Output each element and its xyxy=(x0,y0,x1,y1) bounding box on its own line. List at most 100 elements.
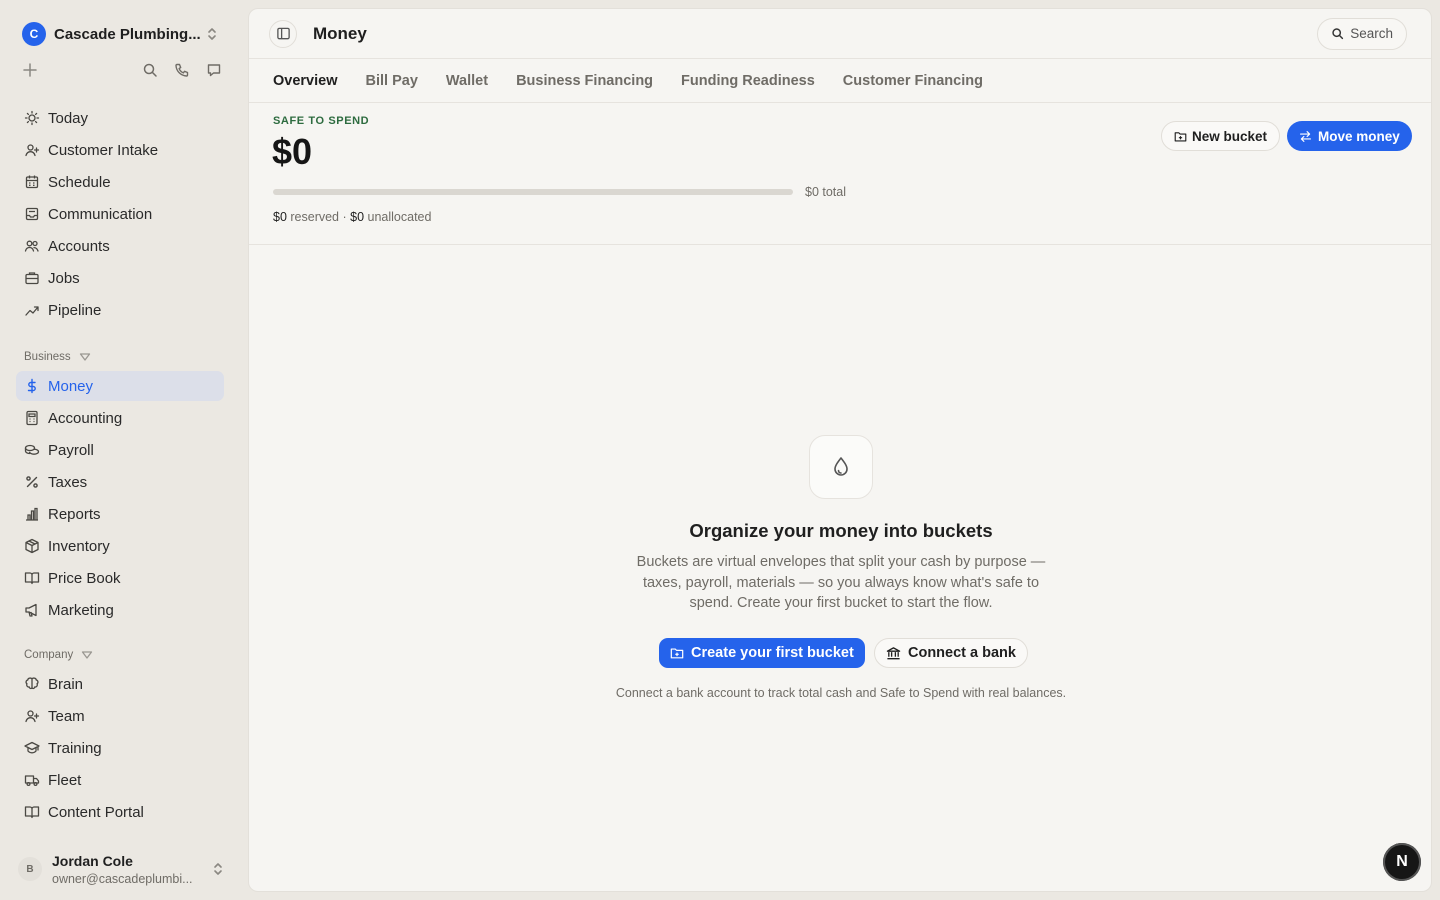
phone-icon[interactable] xyxy=(174,62,190,78)
folder-plus-icon xyxy=(1174,130,1192,143)
tab-business-financing[interactable]: Business Financing xyxy=(516,73,653,89)
dollar-icon xyxy=(24,378,40,394)
tab-funding-readiness[interactable]: Funding Readiness xyxy=(681,73,815,89)
sidebar-item-label: Money xyxy=(48,377,94,395)
briefcase-icon xyxy=(24,270,40,286)
new-bucket-button[interactable]: New bucket xyxy=(1161,121,1281,151)
message-icon[interactable] xyxy=(206,62,222,78)
sidebar-item-money[interactable]: Money xyxy=(16,371,224,401)
empty-state-note: Connect a bank account to track total ca… xyxy=(615,686,1067,700)
sidebar-item-label: Content Portal xyxy=(48,803,144,821)
tab-overview[interactable]: Overview xyxy=(273,73,338,89)
sidebar-item-content-portal[interactable]: Content Portal xyxy=(16,797,224,827)
unallocated-amount: $0 xyxy=(350,210,365,224)
allocation-summary: $0 reserved · $0 unallocated xyxy=(273,210,431,224)
plus-icon[interactable] xyxy=(22,62,38,78)
sidebar-item-customer-intake[interactable]: Customer Intake xyxy=(16,135,224,165)
sidebar-item-training[interactable]: Training xyxy=(16,733,224,763)
create-first-bucket-label: Create your first bucket xyxy=(691,645,854,661)
sidebar-item-label: Team xyxy=(48,707,85,725)
sidebar: C Cascade Plumbing... Today Customer Int… xyxy=(0,0,248,900)
reserved-amount: $0 xyxy=(273,210,287,224)
sidebar-item-fleet[interactable]: Fleet xyxy=(16,765,224,795)
sidebar-item-reports[interactable]: Reports xyxy=(16,499,224,529)
book-open-icon xyxy=(24,804,40,820)
avatar: B xyxy=(18,857,42,881)
chevron-up-down-icon xyxy=(212,861,224,877)
sidebar-item-label: Pipeline xyxy=(48,301,102,319)
sidebar-item-today[interactable]: Today xyxy=(16,103,224,133)
assistant-button[interactable]: N xyxy=(1383,843,1421,881)
connect-bank-button[interactable]: Connect a bank xyxy=(874,638,1028,668)
page-title: Money xyxy=(313,23,367,43)
section-company[interactable]: Company xyxy=(24,649,93,661)
user-name: Jordan Cole xyxy=(52,852,133,869)
workspace-name: Cascade Plumbing... xyxy=(54,25,201,43)
sidebar-item-communication[interactable]: Communication xyxy=(16,199,224,229)
sun-icon xyxy=(24,110,40,126)
total-amount: $0 total xyxy=(805,185,847,199)
assistant-button-label: N xyxy=(1396,853,1408,870)
sidebar-item-inventory[interactable]: Inventory xyxy=(16,531,224,561)
sidebar-item-brain[interactable]: Brain xyxy=(16,669,224,699)
percent-icon xyxy=(24,474,40,490)
bar-chart-icon xyxy=(24,506,40,522)
graduation-cap-icon xyxy=(24,740,40,756)
tab-bill-pay[interactable]: Bill Pay xyxy=(366,73,418,89)
sidebar-item-label: Training xyxy=(48,739,102,757)
sidebar-item-accounting[interactable]: Accounting xyxy=(16,403,224,433)
search-button-label: Search xyxy=(1350,26,1393,41)
section-label: Business xyxy=(24,351,71,363)
folder-plus-icon xyxy=(670,646,691,660)
nav-company: Brain Team Training Fleet Content Portal xyxy=(16,669,224,829)
create-first-bucket-button[interactable]: Create your first bucket xyxy=(659,638,865,668)
sidebar-item-label: Marketing xyxy=(48,601,114,619)
droplet-icon xyxy=(809,435,873,499)
user-plus-icon xyxy=(24,708,40,724)
user-plus-icon xyxy=(24,142,40,158)
caret-down-icon xyxy=(81,650,93,660)
caret-down-icon xyxy=(79,352,91,362)
sidebar-item-taxes[interactable]: Taxes xyxy=(16,467,224,497)
page-header: Money Search xyxy=(249,9,1431,59)
sidebar-item-schedule[interactable]: Schedule xyxy=(16,167,224,197)
sidebar-item-marketing[interactable]: Marketing xyxy=(16,595,224,625)
workspace-switcher[interactable]: C Cascade Plumbing... xyxy=(22,22,218,46)
unallocated-label: unallocated xyxy=(364,210,432,224)
empty-state-description: Buckets are virtual envelopes that split… xyxy=(636,554,1046,611)
new-bucket-label: New bucket xyxy=(1192,128,1268,144)
safe-to-spend-label: SAFE TO SPEND xyxy=(273,115,370,127)
arrows-swap-icon xyxy=(1299,130,1318,143)
sidebar-item-team[interactable]: Team xyxy=(16,701,224,731)
sidebar-item-jobs[interactable]: Jobs xyxy=(16,263,224,293)
sidebar-item-label: Price Book xyxy=(48,569,121,587)
book-open-icon xyxy=(24,570,40,586)
calculator-icon xyxy=(24,410,40,426)
sidebar-item-label: Inventory xyxy=(48,537,110,555)
sidebar-item-payroll[interactable]: Payroll xyxy=(16,435,224,465)
sidebar-item-label: Reports xyxy=(48,505,101,523)
user-menu[interactable]: B Jordan Cole owner@cascadeplumbi... xyxy=(18,850,224,888)
section-business[interactable]: Business xyxy=(24,351,91,363)
calendar-icon xyxy=(24,174,40,190)
safe-to-spend-summary: SAFE TO SPEND $0 $0 total $0 reserved · … xyxy=(249,103,1431,245)
reserved-label: reserved · xyxy=(286,210,351,224)
move-money-button[interactable]: Move money xyxy=(1287,121,1412,151)
tab-customer-financing[interactable]: Customer Financing xyxy=(843,73,983,89)
search-button[interactable]: Search xyxy=(1317,17,1407,50)
main-panel: Money Search Overview Bill Pay Wallet Bu… xyxy=(248,8,1432,892)
sidebar-item-label: Customer Intake xyxy=(48,141,159,159)
move-money-label: Move money xyxy=(1318,128,1400,144)
sidebar-item-label: Jobs xyxy=(48,269,80,287)
nav-business: Money Accounting Payroll Taxes Reports I… xyxy=(16,371,224,627)
sidebar-item-accounts[interactable]: Accounts xyxy=(16,231,224,261)
sidebar-item-price-book[interactable]: Price Book xyxy=(16,563,224,593)
workspace-logo: C xyxy=(22,22,46,46)
tab-wallet[interactable]: Wallet xyxy=(446,73,488,89)
sidebar-item-pipeline[interactable]: Pipeline xyxy=(16,295,224,325)
users-icon xyxy=(24,238,40,254)
safe-to-spend-amount: $0 xyxy=(272,131,313,172)
safe-to-spend-progress xyxy=(273,189,793,195)
toggle-sidebar-button[interactable] xyxy=(269,19,297,48)
search-icon[interactable] xyxy=(142,62,158,78)
